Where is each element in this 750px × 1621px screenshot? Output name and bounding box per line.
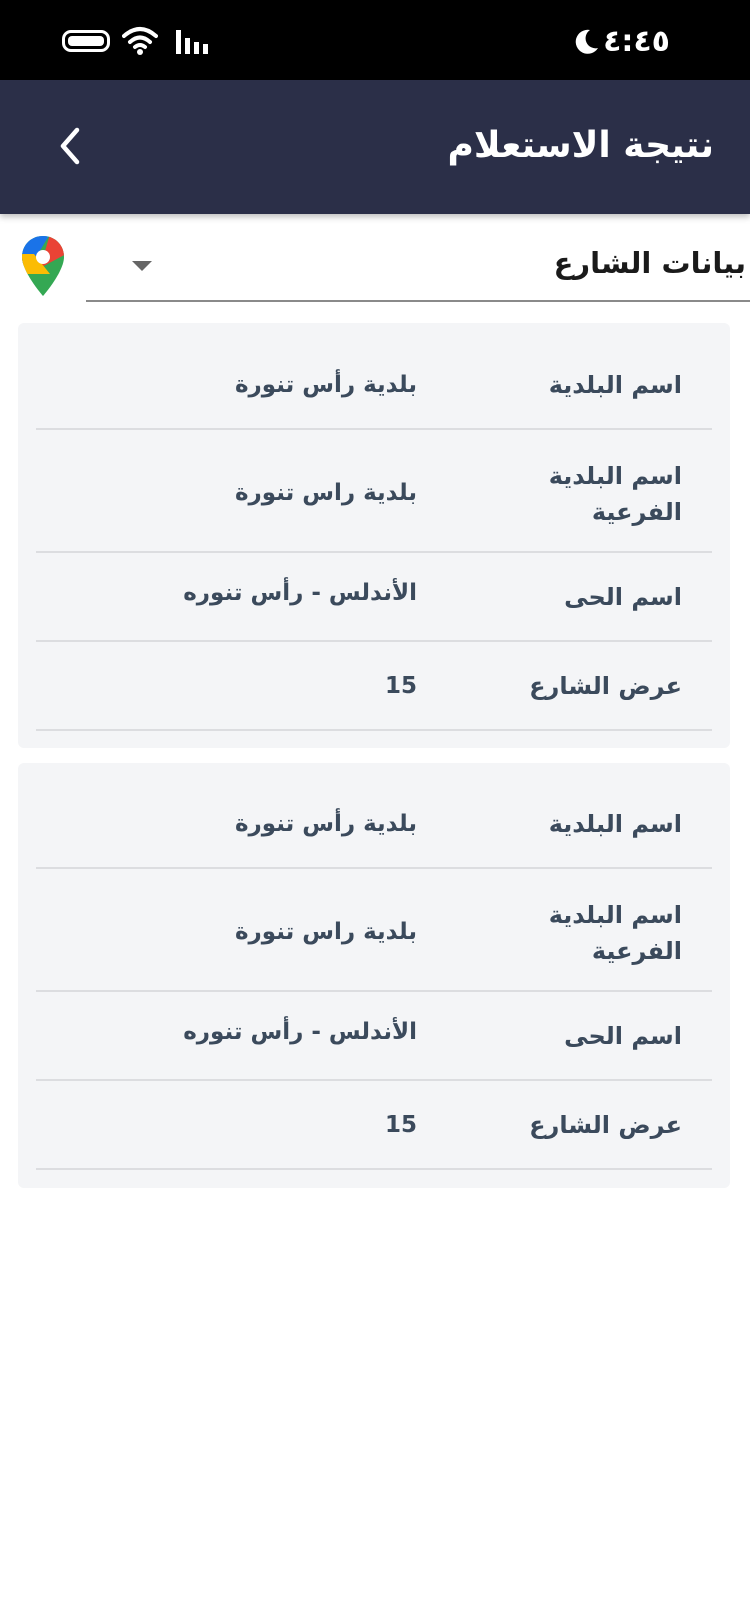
row-value: بلدية راس تنورة [234,480,417,506]
wifi-icon [122,27,158,55]
table-row: عرض الشارع 15 [36,642,712,731]
row-value: بلدية رأس تنورة [234,811,417,837]
street-info-card: اسم البلدية بلدية رأس تنورة اسم البلدية … [18,323,730,748]
street-data-dropdown[interactable]: بيانات الشارع [86,228,750,302]
table-row: اسم البلدية بلدية رأس تنورة [36,763,712,869]
status-bar: ٤:٤٥ [0,0,750,80]
app-bar: نتيجة الاستعلام [0,80,750,214]
status-time: ٤:٤٥ [603,24,670,59]
page-title: نتيجة الاستعلام [447,125,714,166]
row-value: 15 [384,673,417,699]
row-label: عرض الشارع [529,1111,682,1139]
row-value: بلدية راس تنورة [234,919,417,945]
street-info-card: اسم البلدية بلدية رأس تنورة اسم البلدية … [18,763,730,1188]
row-label: اسم البلدية الفرعية [548,462,682,526]
dropdown-selected-value: بيانات الشارع [553,246,746,280]
table-row: اسم الحى الأندلس - رأس تنوره [36,553,712,642]
table-row: عرض الشارع 15 [36,1081,712,1170]
table-row: اسم الحى الأندلس - رأس تنوره [36,992,712,1081]
battery-icon [62,30,110,52]
row-label: اسم البلدية [548,371,682,399]
row-value: بلدية رأس تنورة [234,372,417,398]
chevron-left-icon [60,127,80,165]
signal-icon [176,30,208,54]
back-button[interactable] [40,116,100,176]
dropdown-arrow-icon [132,261,152,271]
row-label: اسم البلدية الفرعية [548,901,682,965]
selector-row: بيانات الشارع [0,228,750,308]
table-row: اسم البلدية الفرعية بلدية راس تنورة [36,869,712,992]
google-maps-pin-icon[interactable] [20,234,66,298]
row-label: عرض الشارع [529,672,682,700]
row-label: اسم الحى [564,1022,682,1050]
row-value: الأندلس - رأس تنوره [183,580,417,606]
row-value: الأندلس - رأس تنوره [183,1019,417,1045]
table-row: اسم البلدية بلدية رأس تنورة [36,323,712,430]
moon-icon [575,29,598,54]
row-label: اسم الحى [564,583,682,611]
row-value: 15 [384,1112,417,1138]
table-row: اسم البلدية الفرعية بلدية راس تنورة [36,430,712,553]
row-label: اسم البلدية [548,810,682,838]
